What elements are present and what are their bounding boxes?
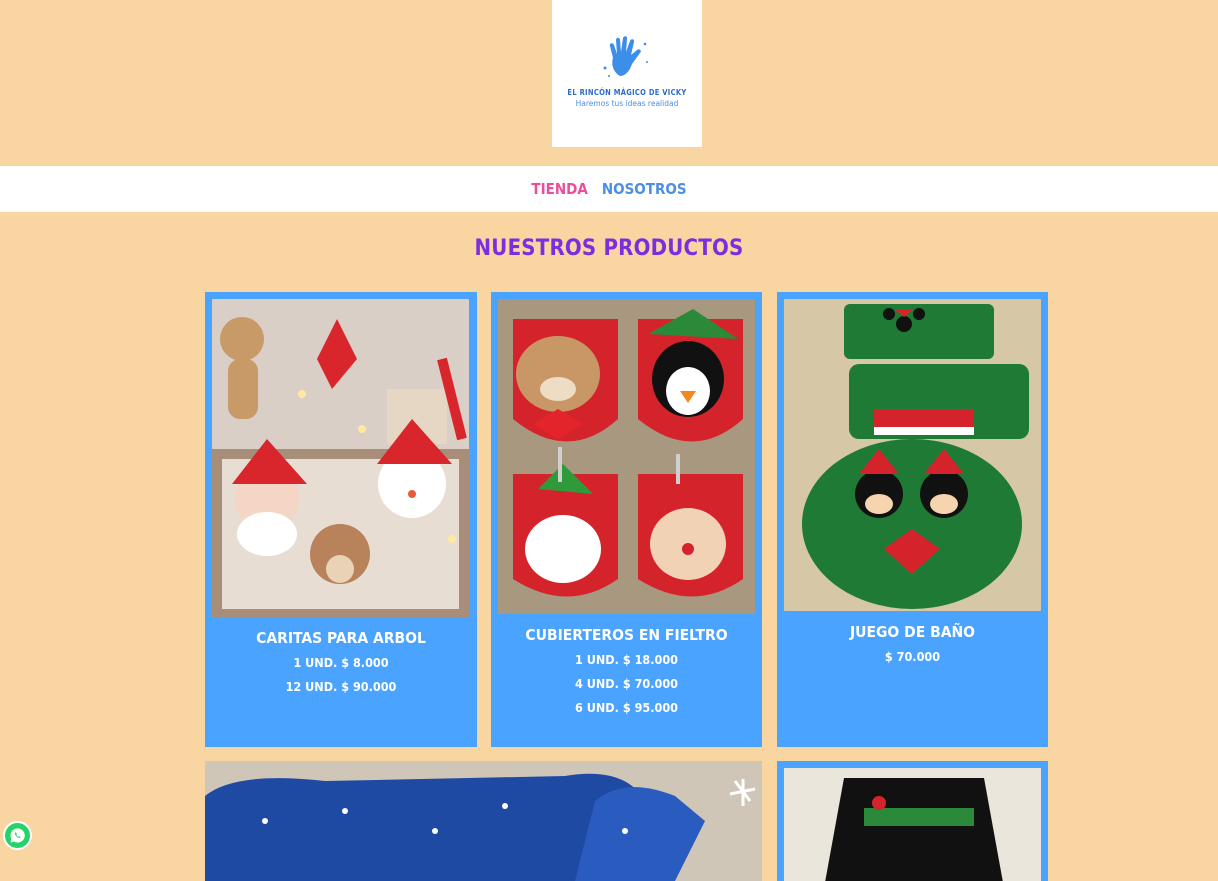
bath-set-photo xyxy=(784,299,1041,611)
product-name[interactable]: JUEGO DE BAÑO xyxy=(784,623,1041,641)
product-image[interactable] xyxy=(784,299,1041,611)
product-price: 1 UND. $ 8.000 xyxy=(293,655,389,670)
whatsapp-icon xyxy=(10,828,25,843)
product-card[interactable]: CUBIERTEROS EN FIELTRO 1 UND. $ 18.000 4… xyxy=(491,292,762,747)
product-image[interactable] xyxy=(212,299,469,617)
product-price: 1 UND. $ 18.000 xyxy=(575,652,678,667)
section-title: NUESTROS PRODUCTOS xyxy=(474,236,744,261)
product-card[interactable] xyxy=(205,761,762,881)
logo[interactable]: EL RINCÓN MÁGICO DE VICKY Haremos tus id… xyxy=(552,0,702,147)
ornaments-photo xyxy=(212,299,469,617)
hand-icon xyxy=(603,36,648,77)
snowman-cushion-photo xyxy=(784,768,1041,881)
product-card[interactable]: JUEGO DE BAÑO $ 70.000 xyxy=(777,292,1048,747)
product-image[interactable] xyxy=(498,299,755,614)
product-price: 6 UND. $ 95.000 xyxy=(575,700,678,715)
product-price: $ 70.000 xyxy=(884,649,941,664)
product-price: 4 UND. $ 70.000 xyxy=(575,676,678,691)
brand-tagline: Haremos tus ideas realidad xyxy=(575,99,679,108)
brand-name: EL RINCÓN MÁGICO DE VICKY xyxy=(567,88,687,97)
cushions-photo xyxy=(205,761,762,881)
nav-link-tienda[interactable]: TIENDA xyxy=(531,180,587,198)
whatsapp-button[interactable] xyxy=(3,821,32,850)
product-price: 12 UND. $ 90.000 xyxy=(285,679,397,694)
cutlery-holders-photo xyxy=(498,299,755,614)
nav-link-nosotros[interactable]: NOSOTROS xyxy=(602,180,687,198)
product-name[interactable]: CUBIERTEROS EN FIELTRO xyxy=(498,626,755,644)
product-card[interactable] xyxy=(777,761,1048,881)
product-card[interactable]: CARITAS PARA ARBOL 1 UND. $ 8.000 12 UND… xyxy=(205,292,477,747)
main-nav: TIENDA NOSOTROS xyxy=(0,166,1218,212)
product-name[interactable]: CARITAS PARA ARBOL xyxy=(212,629,470,647)
